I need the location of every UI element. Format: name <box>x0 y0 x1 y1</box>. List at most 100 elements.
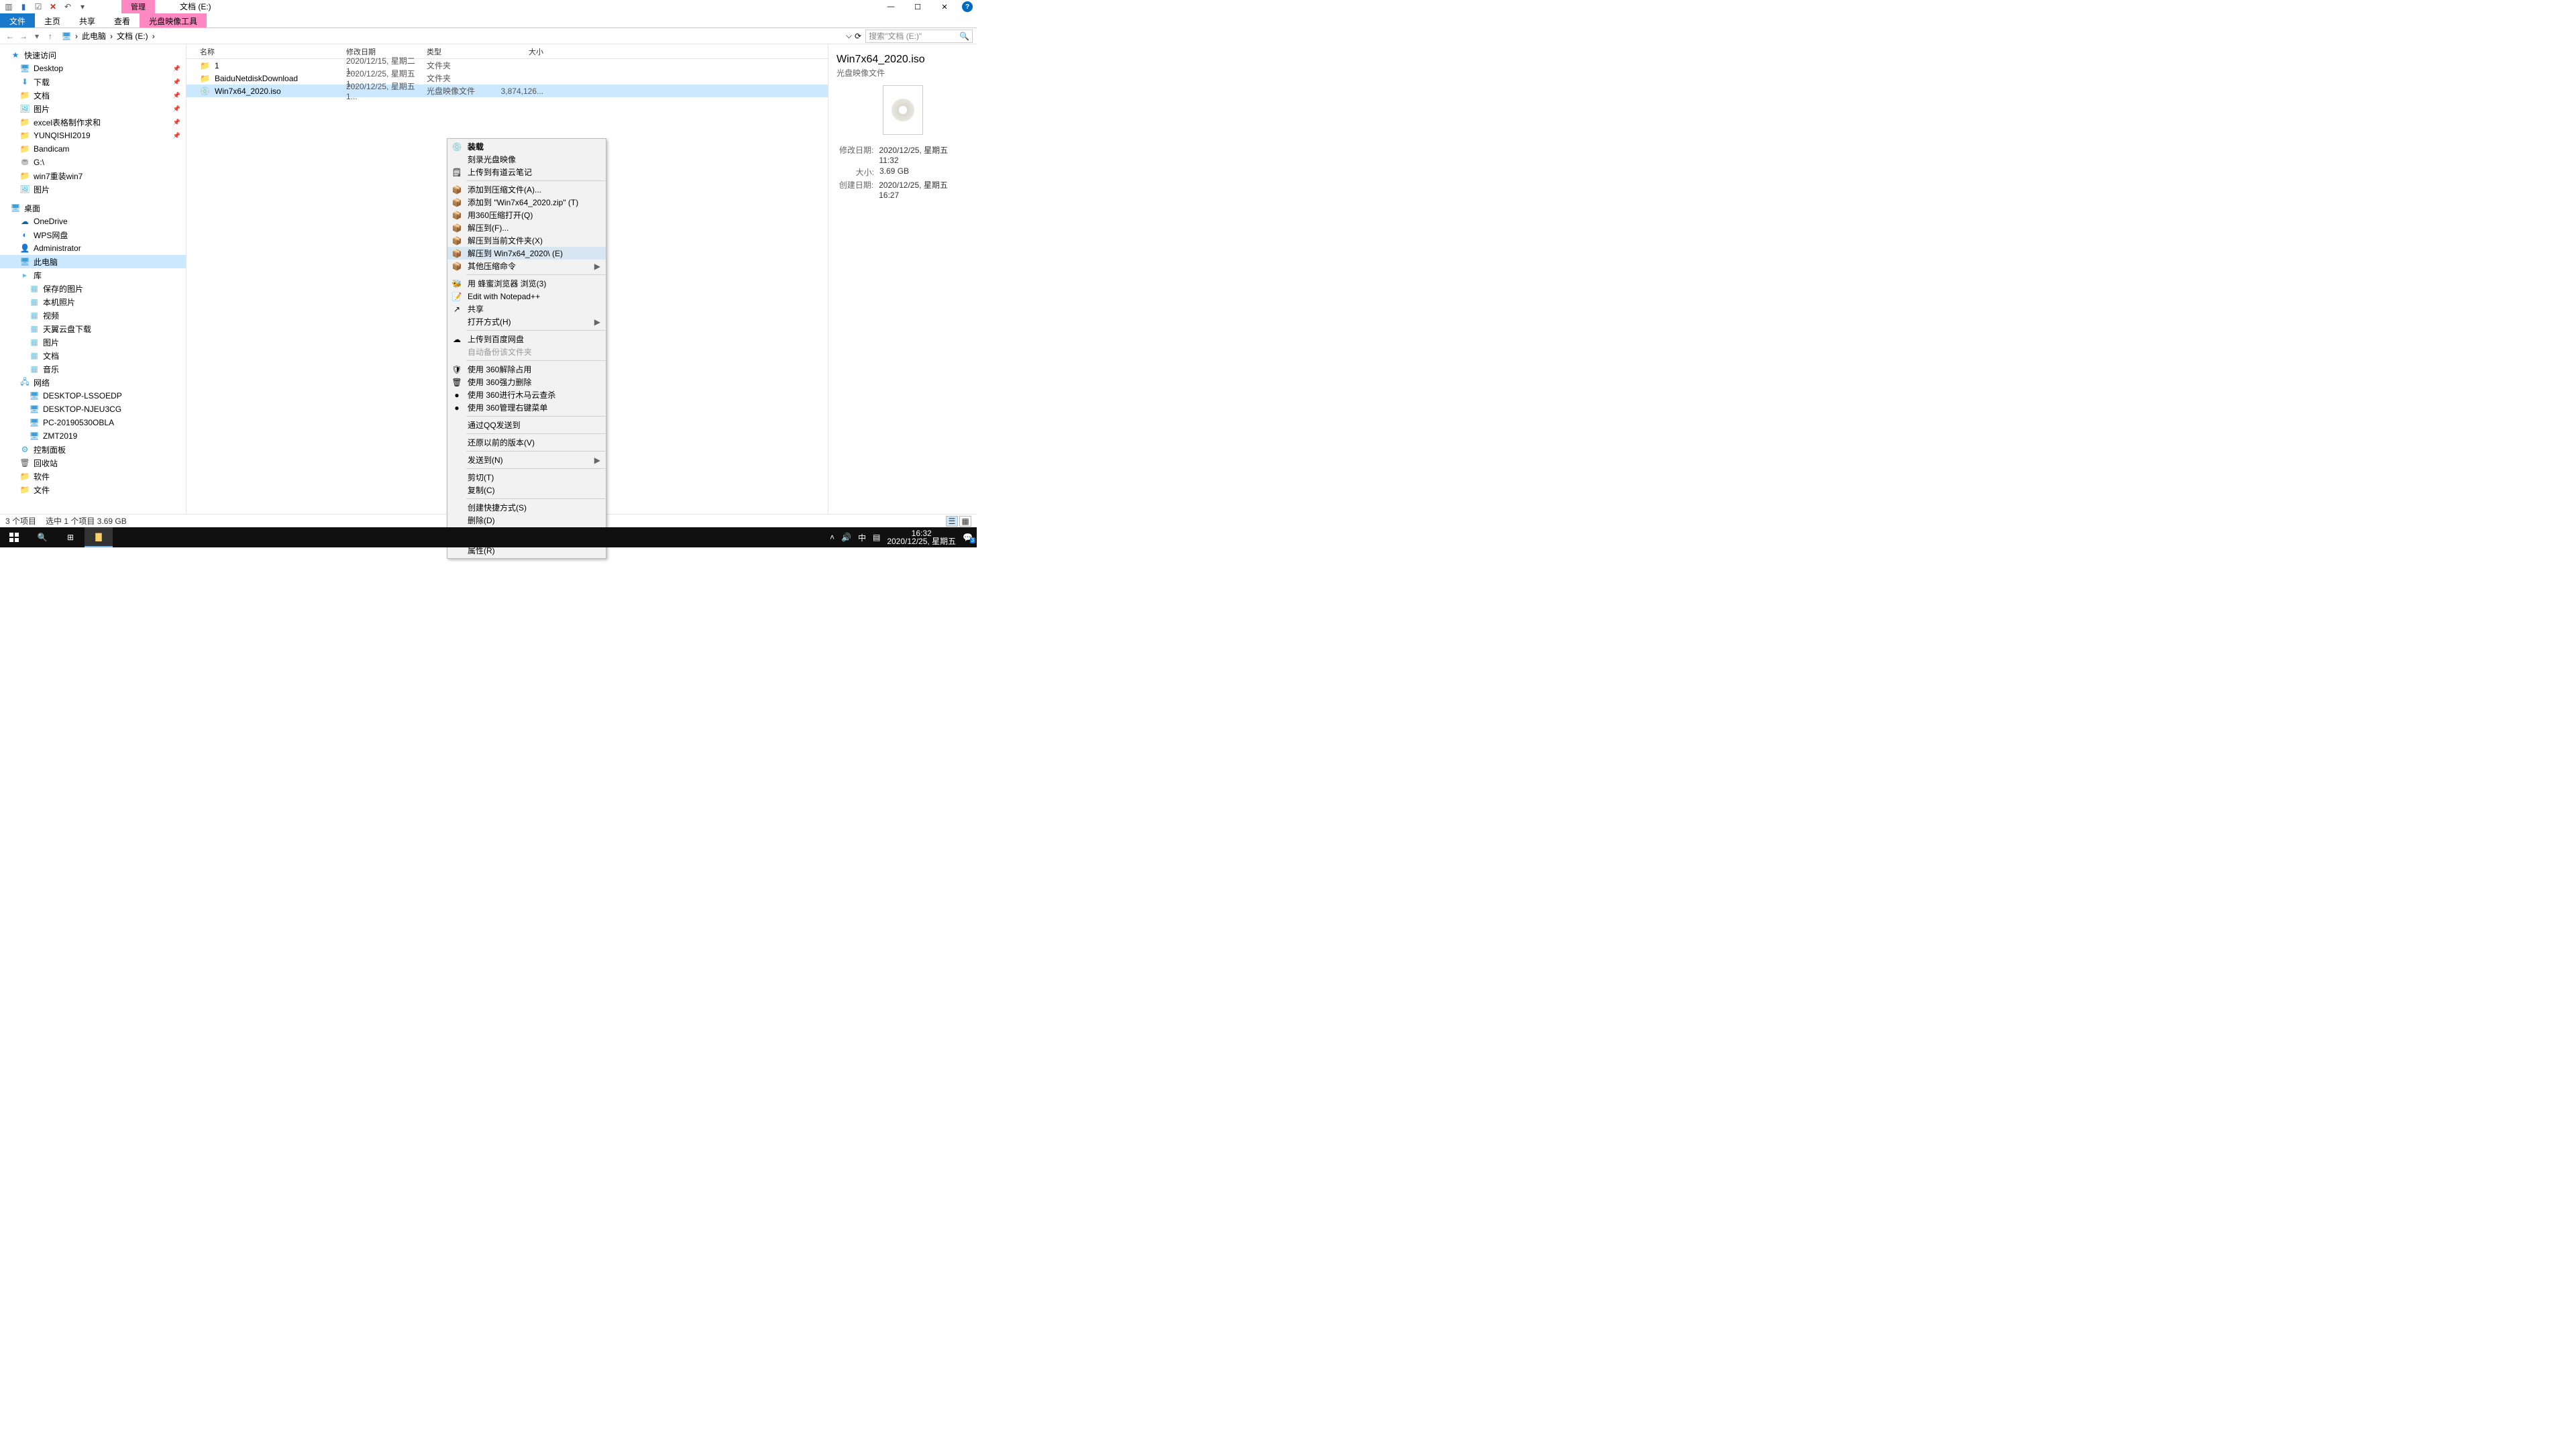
volume-icon[interactable]: 🔊 <box>841 533 851 542</box>
menu-item[interactable]: 📦解压到(F)... <box>447 221 606 234</box>
menu-item[interactable]: ↗共享 <box>447 303 606 315</box>
minimize-button[interactable]: — <box>877 0 904 13</box>
tree-quick-access[interactable]: ★快速访问 <box>0 48 186 62</box>
menu-item[interactable]: 🐝用 蜂蜜浏览器 浏览(3) <box>447 277 606 290</box>
tree-quick-item[interactable]: 📁YUNQISHI2019📌 <box>0 129 186 142</box>
tree-item[interactable]: 📁软件 <box>0 470 186 483</box>
qat-dropdown-icon[interactable]: ▾ <box>78 2 87 11</box>
network-icon[interactable]: ▤ <box>873 533 880 542</box>
column-name[interactable]: 名称 <box>200 46 346 57</box>
column-type[interactable]: 类型 <box>427 46 496 57</box>
menu-item[interactable]: 通过QQ发送到 <box>447 419 606 431</box>
undo-icon[interactable]: ↶ <box>63 2 72 11</box>
menu-item[interactable]: 发送到(N)▶ <box>447 453 606 466</box>
nav-forward-button[interactable]: → <box>17 32 30 41</box>
menu-item[interactable]: 📦解压到 Win7x64_2020\ (E) <box>447 247 606 260</box>
tree-item[interactable]: 👤Administrator <box>0 241 186 255</box>
menu-item[interactable]: 📦其他压缩命令▶ <box>447 260 606 272</box>
address-box[interactable]: 🖥 › 此电脑 › 文档 (E:) › ⌵ ⟳ <box>58 30 861 42</box>
nav-up-button[interactable]: ↑ <box>44 32 56 41</box>
menu-item[interactable]: 📦解压到当前文件夹(X) <box>447 234 606 247</box>
tree-quick-item[interactable]: 🖼图片📌 <box>0 102 186 115</box>
start-button[interactable] <box>0 527 28 547</box>
menu-item[interactable]: 📝Edit with Notepad++ <box>447 290 606 303</box>
search-button[interactable]: 🔍 <box>28 527 56 547</box>
refresh-icon[interactable]: ⟳ <box>855 32 861 41</box>
nav-back-button[interactable]: ← <box>4 32 16 41</box>
tree-network-item[interactable]: 🖥DESKTOP-LSSOEDP <box>0 389 186 402</box>
menu-item[interactable]: 剪切(T) <box>447 471 606 484</box>
tree-quick-item[interactable]: 🖼图片 <box>0 182 186 196</box>
task-view-button[interactable]: ⊞ <box>56 527 85 547</box>
tree-network-item[interactable]: 🖥ZMT2019 <box>0 429 186 443</box>
menu-item[interactable]: ●使用 360进行木马云查杀 <box>447 388 606 401</box>
ribbon-tab-home[interactable]: 主页 <box>35 13 70 28</box>
ribbon-tab-file[interactable]: 文件 <box>0 13 35 28</box>
tree-quick-item[interactable]: 📁Bandicam <box>0 142 186 156</box>
tree-library-item[interactable]: ▦音乐 <box>0 362 186 376</box>
file-row[interactable]: 📁 BaiduNetdiskDownload 2020/12/25, 星期五 1… <box>186 72 828 85</box>
ribbon-tab-view[interactable]: 查看 <box>105 13 140 28</box>
tree-library-item[interactable]: ▦天翼云盘下载 <box>0 322 186 335</box>
close-button[interactable]: ✕ <box>931 0 958 13</box>
menu-item[interactable]: 📦添加到压缩文件(A)... <box>447 183 606 196</box>
ime-indicator[interactable]: 中 <box>858 532 866 543</box>
tree-quick-item[interactable]: ⛃G:\ <box>0 156 186 169</box>
tray-overflow-icon[interactable]: ˄ <box>830 533 835 542</box>
menu-item[interactable]: ●使用 360管理右键菜单 <box>447 401 606 414</box>
action-center-icon[interactable]: 💬 <box>963 533 973 542</box>
ribbon-tab-share[interactable]: 共享 <box>70 13 105 28</box>
tree-item[interactable]: ⚙控制面板 <box>0 443 186 456</box>
tree-quick-item[interactable]: 📁excel表格制作求和📌 <box>0 115 186 129</box>
tree-quick-item[interactable]: ⬇下载📌 <box>0 75 186 89</box>
tree-quick-item[interactable]: 📁win7重装win7 <box>0 169 186 182</box>
search-input[interactable]: 搜索"文档 (E:)" 🔍 <box>865 30 973 43</box>
column-size[interactable]: 大小 <box>496 46 543 57</box>
tree-quick-item[interactable]: 🖥Desktop📌 <box>0 62 186 75</box>
explorer-taskbar-button[interactable]: ▇ <box>85 527 113 547</box>
help-button[interactable]: ? <box>962 1 973 12</box>
tree-quick-item[interactable]: 📁文档📌 <box>0 89 186 102</box>
ribbon-tab-disc-tools[interactable]: 光盘映像工具 <box>140 13 207 28</box>
nav-recent-dropdown[interactable]: ▾ <box>31 32 43 41</box>
tree-library-item[interactable]: ▦文档 <box>0 349 186 362</box>
tree-library-item[interactable]: ▦保存的图片 <box>0 282 186 295</box>
tree-network-item[interactable]: 🖥PC-20190530OBLA <box>0 416 186 429</box>
file-row[interactable]: 📁 1 2020/12/15, 星期二 1... 文件夹 <box>186 59 828 72</box>
checkbox-icon[interactable]: ☑ <box>34 2 43 11</box>
tree-network-item[interactable]: 🖥DESKTOP-NJEU3CG <box>0 402 186 416</box>
tree-desktop-root[interactable]: 🖥桌面 <box>0 201 186 215</box>
save-icon[interactable]: ▮ <box>19 2 28 11</box>
tree-item[interactable]: ◐WPS网盘 <box>0 228 186 241</box>
menu-item[interactable]: 删除(D) <box>447 514 606 527</box>
breadcrumb-loc[interactable]: 文档 (E:) <box>117 30 148 42</box>
menu-item[interactable]: 打开方式(H)▶ <box>447 315 606 328</box>
menu-item[interactable]: 💿装载 <box>447 140 606 153</box>
navigation-tree[interactable]: ★快速访问 🖥Desktop📌⬇下载📌📁文档📌🖼图片📌📁excel表格制作求和📌… <box>0 44 186 514</box>
tree-network[interactable]: 🖧网络 <box>0 376 186 389</box>
context-menu[interactable]: 💿装载刻录光盘映像🗒上传到有道云笔记 📦添加到压缩文件(A)...📦添加到 "Wi… <box>447 138 606 559</box>
menu-item[interactable]: 🗒上传到有道云笔记 <box>447 166 606 178</box>
tree-library-item[interactable]: ▦视频 <box>0 309 186 322</box>
file-row[interactable]: 💿 Win7x64_2020.iso 2020/12/25, 星期五 1... … <box>186 85 828 97</box>
maximize-button[interactable]: ☐ <box>904 0 931 13</box>
menu-item[interactable]: 🛡使用 360解除占用 <box>447 363 606 376</box>
address-dropdown-icon[interactable]: ⌵ <box>846 31 852 41</box>
menu-item[interactable]: 刻录光盘映像 <box>447 153 606 166</box>
view-large-button[interactable]: ▦ <box>959 516 971 527</box>
menu-item[interactable]: 📦添加到 "Win7x64_2020.zip" (T) <box>447 196 606 209</box>
system-tray[interactable]: ˄ 🔊 中 ▤ 16:32 2020/12/25, 星期五 💬 <box>830 529 977 545</box>
menu-item[interactable]: 复制(C) <box>447 484 606 496</box>
menu-item[interactable]: ☁上传到百度网盘 <box>447 333 606 345</box>
tree-item[interactable]: 🖥此电脑 <box>0 255 186 268</box>
tree-item[interactable]: 🗑回收站 <box>0 456 186 470</box>
tree-item[interactable]: ☁OneDrive <box>0 215 186 228</box>
tree-item[interactable]: ▸库 <box>0 268 186 282</box>
menu-item[interactable]: 🗑使用 360强力删除 <box>447 376 606 388</box>
view-details-button[interactable]: ☰ <box>946 516 958 527</box>
taskbar-clock[interactable]: 16:32 2020/12/25, 星期五 <box>887 529 956 545</box>
column-headers[interactable]: 名称 修改日期 类型 大小 <box>186 44 828 59</box>
menu-item[interactable]: 还原以前的版本(V) <box>447 436 606 449</box>
tree-library-item[interactable]: ▦图片 <box>0 335 186 349</box>
delete-icon[interactable]: ✕ <box>48 2 58 11</box>
